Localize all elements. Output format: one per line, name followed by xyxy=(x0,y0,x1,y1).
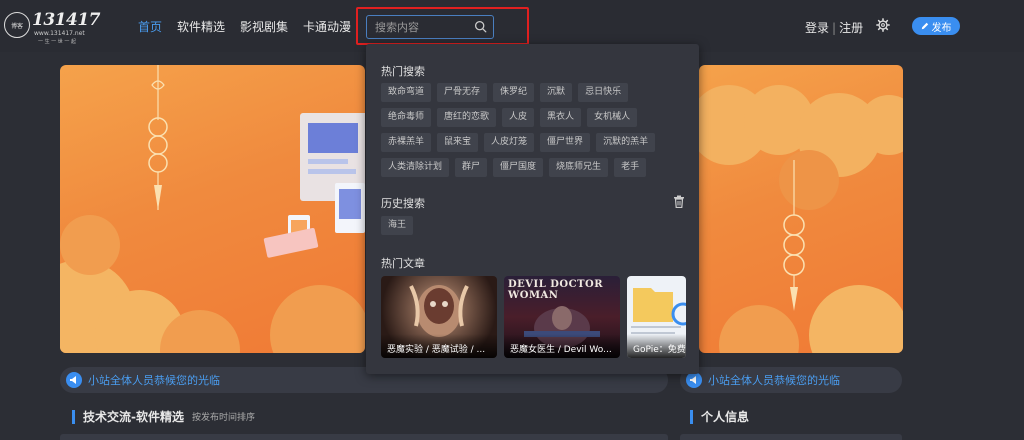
hot-search-tags: 致命弯道 尸骨无存 侏罗纪 沉默 忌日快乐绝命毒师 唐红的恋歌 人皮 黑衣人 女机械人赤裸羔羊鼠… xyxy=(381,83,681,177)
article-caption: 恶魔女医生 / Devil Wo... xyxy=(504,334,620,358)
profile-card-top xyxy=(680,434,902,440)
auth-links: 登录 | 注册 xyxy=(805,19,863,36)
search-tag[interactable]: 僵尸世界 xyxy=(540,133,591,152)
search-tag[interactable]: 尸骨无存 xyxy=(437,83,488,102)
banner-illustration-right xyxy=(699,85,903,353)
site-logo[interactable]: 博客 131417 www.131417.net 一 生 一 世 一 起 xyxy=(4,10,100,45)
article-card[interactable]: DEVIL DOCTOR WOMAN 恶魔女医生 / Devil Wo... xyxy=(504,276,620,358)
search-tag[interactable]: 女机械人 xyxy=(587,108,638,127)
logo-number: 131417 xyxy=(32,10,100,30)
megaphone-icon xyxy=(66,372,82,388)
search-tag[interactable]: 僵尸国度 xyxy=(493,158,544,177)
section-software: 技术交流-软件精选 按发布时间排序 xyxy=(72,408,255,425)
search-tag[interactable]: 群尸 xyxy=(455,158,488,177)
search-tag[interactable]: 沉默的羔羊 xyxy=(596,133,656,152)
logo-badge: 博客 xyxy=(4,12,30,38)
search-tag[interactable]: 人皮灯笼 xyxy=(484,133,535,152)
nav-item-software[interactable]: 软件精选 xyxy=(177,18,225,35)
history-heading: 历史搜索 xyxy=(381,197,425,210)
section-marker xyxy=(690,409,693,424)
search-tag[interactable]: 侏罗纪 xyxy=(493,83,535,102)
search-tag[interactable]: 致命弯道 xyxy=(381,83,432,102)
notice-text-right: 小站全体人员恭候您的光临 xyxy=(708,374,840,387)
auth-separator: | xyxy=(832,21,837,35)
history-tags: 海王 xyxy=(381,216,681,235)
history-tag[interactable]: 海王 xyxy=(381,216,414,235)
hero-banner-left[interactable] xyxy=(60,65,365,353)
search-tag[interactable]: 鼠来宝 xyxy=(437,133,479,152)
section-sort-label[interactable]: 按发布时间排序 xyxy=(192,410,255,423)
article-card[interactable]: 恶魔实验 / 恶魔试验 / ... xyxy=(381,276,497,358)
logo-slogan: 一 生 一 世 一 起 xyxy=(38,39,76,45)
publish-label: 发布 xyxy=(931,22,952,34)
section-profile: 个人信息 xyxy=(690,408,749,425)
content-card-top xyxy=(60,434,668,440)
notice-text-left: 小站全体人员恭候您的光临 xyxy=(88,374,220,387)
search-tag[interactable]: 烧底师兄生 xyxy=(549,158,609,177)
search-tag[interactable]: 沉默 xyxy=(540,83,573,102)
article-caption: 恶魔实验 / 恶魔试验 / ... xyxy=(381,334,497,358)
megaphone-icon xyxy=(686,372,702,388)
search-tag[interactable]: 黑衣人 xyxy=(540,108,582,127)
search-dropdown: 热门搜索 致命弯道 尸骨无存 侏罗纪 沉默 忌日快乐绝命毒师 唐红的恋歌 人皮 黑衣人 女机械人… xyxy=(366,44,699,374)
nav-item-anime[interactable]: 卡通动漫 xyxy=(303,18,351,35)
trash-icon[interactable] xyxy=(673,195,685,208)
hero-banner-right[interactable] xyxy=(699,65,903,353)
logo-badge-text: 博客 xyxy=(10,22,23,30)
search-input[interactable] xyxy=(367,16,467,38)
search-icon[interactable] xyxy=(474,20,487,33)
hot-search-heading: 热门搜索 xyxy=(381,65,425,78)
article-card[interactable]: GoPie：免费 xyxy=(627,276,686,358)
search-tag[interactable]: 绝命毒师 xyxy=(381,108,432,127)
search-tag[interactable]: 人类清除计划 xyxy=(381,158,450,177)
register-link[interactable]: 注册 xyxy=(839,21,863,35)
publish-button[interactable]: 发布 xyxy=(912,17,960,35)
search-tag[interactable]: 人皮 xyxy=(502,108,535,127)
nav-item-series[interactable]: 影视剧集 xyxy=(240,18,288,35)
section-title-right: 个人信息 xyxy=(701,410,750,424)
search-tag[interactable]: 忌日快乐 xyxy=(578,83,629,102)
login-link[interactable]: 登录 xyxy=(805,21,829,35)
section-title-left: 技术交流-软件精选 xyxy=(83,410,184,424)
notice-bar-right: 小站全体人员恭候您的光临 xyxy=(680,367,902,393)
section-marker xyxy=(72,409,75,424)
search-tag[interactable]: 赤裸羔羊 xyxy=(381,133,432,152)
search-box xyxy=(366,15,494,39)
nav-item-home[interactable]: 首页 xyxy=(138,18,162,35)
article-caption: GoPie：免费 xyxy=(627,334,686,358)
search-tag[interactable]: 唐红的恋歌 xyxy=(437,108,497,127)
pencil-icon xyxy=(921,22,928,30)
banner-illustration xyxy=(60,65,365,353)
main-nav: 首页 软件精选 影视剧集 卡通动漫 xyxy=(138,18,351,35)
search-highlight-box xyxy=(356,7,529,45)
gear-icon[interactable] xyxy=(876,18,890,32)
hot-articles-heading: 热门文章 xyxy=(381,257,425,270)
hot-articles: 恶魔实验 / 恶魔试验 / ... DEVIL DOCTOR WOMAN 恶魔女… xyxy=(381,276,686,358)
search-tag[interactable]: 老手 xyxy=(614,158,647,177)
logo-url: www.131417.net xyxy=(34,30,85,37)
